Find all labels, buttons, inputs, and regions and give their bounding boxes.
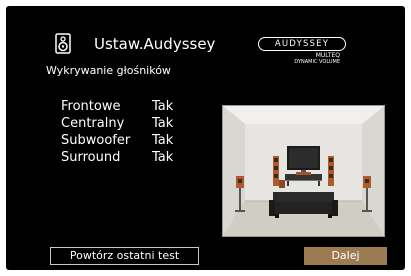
next-button[interactable]: Dalej (304, 247, 387, 265)
room-image (223, 106, 384, 236)
speaker-status: Tak (152, 99, 174, 114)
speaker-name: Subwoofer (61, 133, 131, 148)
setup-screen: Ustaw.Audyssey Wykrywanie głośników AUDY… (6, 6, 405, 270)
speaker-name: Centralny (61, 116, 125, 131)
page-title: Ustaw.Audyssey (94, 35, 216, 53)
speaker-status: Tak (152, 116, 174, 131)
speaker-status: Tak (152, 133, 174, 148)
logo-dynamic-volume: DYNAMIC VOLUME (294, 59, 340, 65)
speaker-name: Surround (61, 150, 121, 165)
speaker-icon (55, 33, 71, 54)
speaker-name: Frontowe (61, 99, 121, 114)
logo-multeq: MULTEQ (315, 52, 340, 59)
speaker-status: Tak (152, 150, 174, 165)
page-subtitle: Wykrywanie głośników (46, 64, 171, 77)
logo-brand: AUDYSSEY (258, 37, 346, 51)
audyssey-logo: AUDYSSEY MULTEQ DYNAMIC VOLUME (256, 37, 356, 67)
room-illustration (222, 105, 385, 237)
repeat-last-test-button[interactable]: Powtórz ostatni test (50, 247, 199, 265)
